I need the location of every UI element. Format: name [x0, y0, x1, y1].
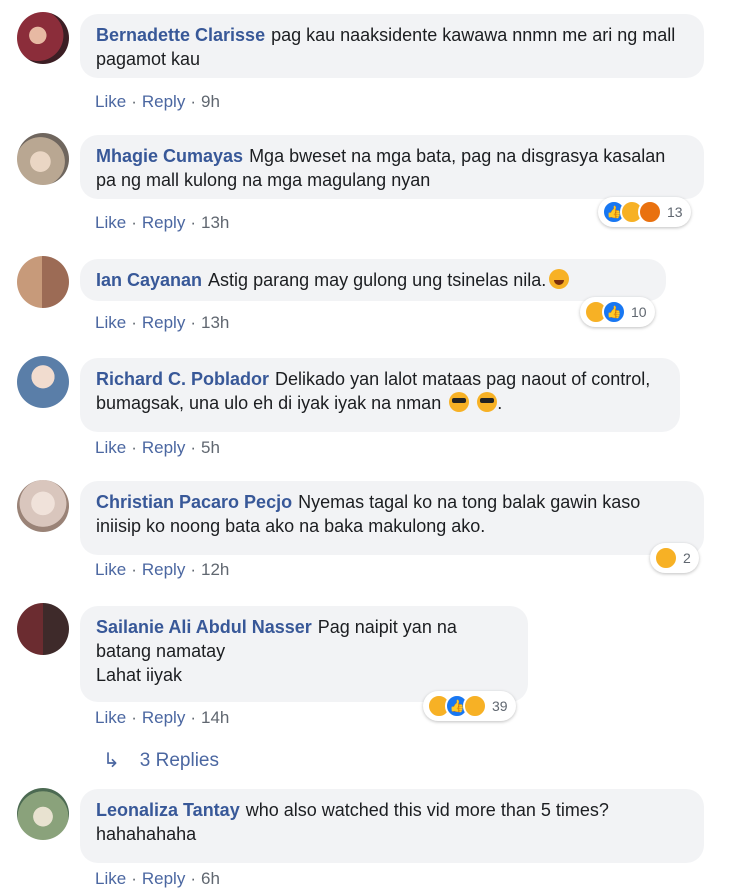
comment-bubble: Christian Pacaro Pecjo Nyemas tagal ko na…: [80, 481, 704, 555]
avatar[interactable]: [17, 356, 69, 408]
avatar[interactable]: [17, 12, 69, 64]
separator: ·: [131, 708, 137, 727]
separator: ·: [190, 92, 196, 111]
reaction-count: 2: [683, 550, 691, 566]
separator: ·: [190, 708, 196, 727]
separator: ·: [190, 313, 196, 332]
reaction-count: 39: [492, 698, 508, 714]
sunglasses-emoji-icon: [449, 392, 470, 412]
like-link[interactable]: Like: [95, 313, 126, 332]
like-link[interactable]: Like: [95, 92, 126, 111]
comment-author[interactable]: Sailanie Ali Abdul Nasser: [96, 617, 312, 637]
comment-text-line: Pag naipit yan na: [317, 617, 457, 637]
avatar[interactable]: [17, 256, 69, 308]
comment-author[interactable]: Richard C. Poblador: [96, 369, 269, 389]
comment-author[interactable]: Bernadette Clarisse: [96, 25, 265, 45]
like-icon: 👍: [602, 300, 626, 324]
reply-link[interactable]: Reply: [142, 313, 185, 332]
reply-link[interactable]: Reply: [142, 92, 185, 111]
comment-actions: Like · Reply · 13h: [95, 213, 229, 233]
comment-bubble: Sailanie Ali Abdul Nasser Pag naipit yan …: [80, 606, 528, 702]
separator: ·: [190, 213, 196, 232]
separator: ·: [131, 313, 137, 332]
reaction-count: 13: [667, 204, 683, 220]
angry-icon: [638, 200, 662, 224]
avatar[interactable]: [17, 603, 69, 655]
comment-author[interactable]: Christian Pacaro Pecjo: [96, 492, 292, 512]
comment-bubble: Bernadette Clarisse pag kau naaksidente k…: [80, 14, 704, 78]
like-link[interactable]: Like: [95, 213, 126, 232]
reaction-summary[interactable]: 👍 39: [423, 691, 516, 721]
separator: ·: [131, 438, 137, 457]
like-link[interactable]: Like: [95, 708, 126, 727]
comment-text-line: batang namatay: [96, 641, 226, 661]
avatar[interactable]: [17, 480, 69, 532]
timestamp[interactable]: 13h: [201, 313, 229, 332]
reaction-summary[interactable]: 👍 13: [598, 197, 691, 227]
separator: ·: [131, 869, 137, 888]
comment-bubble: Richard C. Poblador Delikado yan lalot ma…: [80, 358, 680, 432]
separator: ·: [190, 560, 196, 579]
separator: ·: [131, 560, 137, 579]
timestamp[interactable]: 5h: [201, 438, 220, 457]
reaction-count: 10: [631, 304, 647, 320]
timestamp[interactable]: 9h: [201, 92, 220, 111]
reply-link[interactable]: Reply: [142, 438, 185, 457]
separator: ·: [190, 869, 196, 888]
laughing-emoji-icon: [549, 269, 570, 289]
reply-arrow-icon: ↳: [103, 750, 120, 772]
comment-bubble: Mhagie Cumayas Mga bweset na mga bata, pa…: [80, 135, 704, 199]
like-link[interactable]: Like: [95, 560, 126, 579]
comment-text: Astig parang may gulong ung tsinelas nil…: [208, 270, 547, 290]
replies-label[interactable]: 3 Replies: [140, 750, 219, 772]
reply-link[interactable]: Reply: [142, 560, 185, 579]
comment-author[interactable]: Ian Cayanan: [96, 270, 202, 290]
comment-actions: Like · Reply · 9h: [95, 92, 220, 112]
reaction-summary[interactable]: 👍 10: [580, 297, 655, 327]
comment-actions: Like · Reply · 12h: [95, 560, 229, 580]
timestamp[interactable]: 13h: [201, 213, 229, 232]
separator: ·: [131, 213, 137, 232]
comment-actions: Like · Reply · 6h: [95, 869, 220, 889]
comment-actions: Like · Reply · 13h: [95, 313, 229, 333]
avatar[interactable]: [17, 788, 69, 840]
reaction-summary[interactable]: 2: [650, 543, 699, 573]
like-link[interactable]: Like: [95, 869, 126, 888]
like-link[interactable]: Like: [95, 438, 126, 457]
comment-author[interactable]: Mhagie Cumayas: [96, 146, 243, 166]
sunglasses-emoji-icon: [477, 392, 498, 412]
sad-icon: [463, 694, 487, 718]
comment-actions: Like · Reply · 5h: [95, 438, 220, 458]
timestamp[interactable]: 6h: [201, 869, 220, 888]
reply-link[interactable]: Reply: [142, 708, 185, 727]
comment-bubble: Ian Cayanan Astig parang may gulong ung t…: [80, 259, 666, 301]
avatar[interactable]: [17, 133, 69, 185]
separator: ·: [190, 438, 196, 457]
separator: ·: [131, 92, 137, 111]
comment-actions: Like · Reply · 14h: [95, 708, 229, 728]
haha-icon: [654, 546, 678, 570]
reply-link[interactable]: Reply: [142, 213, 185, 232]
comment-bubble: Leonaliza Tantay who also watched this vi…: [80, 789, 704, 863]
comment-text-line: Lahat iiyak: [96, 665, 183, 685]
timestamp[interactable]: 14h: [201, 708, 229, 727]
reply-link[interactable]: Reply: [142, 869, 185, 888]
timestamp[interactable]: 12h: [201, 560, 229, 579]
comment-author[interactable]: Leonaliza Tantay: [96, 800, 240, 820]
view-replies-link[interactable]: ↳ 3 Replies: [103, 748, 219, 773]
